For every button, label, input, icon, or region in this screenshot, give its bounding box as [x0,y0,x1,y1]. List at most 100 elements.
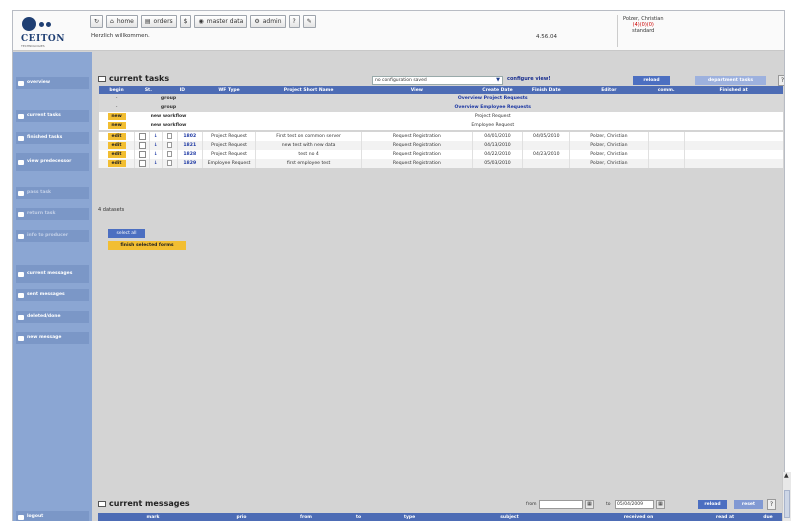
page-scrollbar[interactable]: ▲ [782,472,791,521]
sidebar-item-return-task[interactable]: return task [16,208,89,220]
edit-button[interactable]: edit [107,133,126,140]
sidebar-item-pass-task[interactable]: pass task [16,187,89,199]
column-header-create-date[interactable]: Create Date [472,86,523,94]
nav-button-edit[interactable]: ✎ [302,15,316,28]
task-id[interactable]: 1828 [176,150,203,159]
ceiton-logo[interactable]: CEITON TECHNOLOGIES [20,16,75,48]
nav-button-help[interactable]: ? [288,15,300,28]
sidebar-item-sent-messages[interactable]: sent messages [16,289,89,301]
table-row[interactable]: edit ↓ 1828 Project Request test no 4 Request… [97,150,783,159]
sidebar-item-info-to-producer[interactable]: info to producer [16,230,89,242]
sidebar-item-finished-tasks[interactable]: finished tasks [16,132,89,144]
finished-at [683,159,783,168]
create-date: 05/03/2010 [471,159,523,168]
logo-dot-small [46,22,51,27]
configure-view-link[interactable]: configure view! [507,76,551,82]
messages-reload-button[interactable]: reload [698,500,727,509]
nav-button-refresh[interactable]: ↻ [90,15,104,28]
new-workflow-button[interactable]: new [107,113,126,120]
to-date-input[interactable]: 05/04/2009 [615,500,654,509]
row-checkbox[interactable] [138,160,146,167]
column-header-begin[interactable]: begin [98,86,135,94]
folder-icon [18,292,24,298]
column-header-finish-date[interactable]: Finish Date [522,86,570,94]
status-arrow[interactable]: ↓ [148,150,163,159]
status-arrow[interactable]: ↓ [148,159,163,168]
create-date: 04/01/2010 [471,132,523,141]
scroll-up-icon[interactable]: ▲ [784,472,789,479]
sidebar-item-current-messages[interactable]: current messages [16,265,89,283]
flag-checkbox[interactable] [167,142,173,149]
column-header-comm-[interactable]: comm. [648,86,685,94]
sidebar-item-logout[interactable]: logout [16,511,89,521]
column-header-editor[interactable]: Editor [569,86,649,94]
group-overview-link[interactable]: Overview Project Requests [202,94,783,103]
edit-icon: ✎ [306,18,312,25]
column-header-finished-at[interactable]: Finished at [684,86,783,94]
column-header-due[interactable]: due [753,513,783,521]
scroll-thumb[interactable] [784,490,790,518]
column-header-mark[interactable]: mark [98,513,208,521]
table-row[interactable]: edit ↓ 1802 Project Request First test on co… [97,132,783,141]
sidebar-item-deleted-done[interactable]: deleted/done [16,311,89,323]
calendar-icon[interactable]: ▦ [656,500,665,509]
sidebar-item-label: view predecessor [27,158,72,164]
flag-checkbox[interactable] [167,151,173,158]
table-row[interactable]: edit ↓ 1821 Project Request new test with ne… [97,141,783,150]
task-id[interactable]: 1821 [176,141,203,150]
column-header-st-[interactable]: St. [134,86,163,94]
column-header-view[interactable]: View [361,86,473,94]
help-button[interactable]: ? [778,75,784,86]
nav-button-orders[interactable]: ▤ orders [140,15,177,28]
edit-button[interactable]: edit [107,160,126,167]
finish-date: 04/05/2010 [522,132,570,141]
messages-help-button[interactable]: ? [767,499,776,510]
select-cell [134,141,150,150]
group-overview-link[interactable]: Overview Employee Requests [202,103,783,112]
reload-button[interactable]: reload [633,76,670,85]
sidebar-item-overview[interactable]: overview [16,77,89,89]
select-all-button[interactable]: select all [108,229,145,238]
logo-subtext: TECHNOLOGIES [21,44,45,48]
chevron-down-icon[interactable]: ▼ [494,77,502,84]
version-text: 4.56.04 [536,34,557,40]
department-tasks-button[interactable]: department tasks [695,76,766,85]
nav-button-admin[interactable]: ⚙ admin [250,15,286,28]
column-header-wf-type[interactable]: WF Type [202,86,256,94]
column-header-from[interactable]: from [275,513,337,521]
column-header-to[interactable]: to [337,513,380,521]
row-checkbox[interactable] [138,142,146,149]
nav-button-dollar[interactable]: $ [179,15,192,28]
task-id[interactable]: 1802 [176,132,203,141]
row-checkbox[interactable] [138,151,146,158]
flag-checkbox[interactable] [167,133,173,140]
column-header-project-short-name[interactable]: Project Short Name [255,86,362,94]
edit-button[interactable]: edit [107,142,126,149]
flag-checkbox[interactable] [167,160,173,167]
admin-icon: ⚙ [254,18,260,25]
sidebar-item-new-message[interactable]: new message [16,332,89,344]
from-date-input[interactable] [539,500,583,509]
column-header-type[interactable]: type [380,513,439,521]
sidebar-item-current-tasks[interactable]: current tasks [16,110,89,122]
column-header-subject[interactable]: subject [439,513,580,521]
calendar-icon[interactable]: ▦ [585,500,594,509]
column-header-read-at[interactable]: read at [697,513,753,521]
finish-selected-forms-button[interactable]: finish selected forms [108,241,186,250]
sidebar-item-view-predecessor[interactable]: view predecessor [16,153,89,171]
status-arrow[interactable]: ↓ [148,132,163,141]
nav-button-home[interactable]: ⌂ home [106,15,138,28]
configuration-select[interactable]: no configuration saved ▼ [372,76,503,85]
column-header-received-on[interactable]: received on [580,513,697,521]
table-row[interactable]: edit ↓ 1829 Employee Request first employee … [97,159,783,168]
new-workflow-button[interactable]: new [107,122,126,129]
nav-button-master-data[interactable]: ◉ master data [194,15,248,28]
status-arrow[interactable]: ↓ [148,141,163,150]
task-id[interactable]: 1829 [176,159,203,168]
messages-reset-button[interactable]: reset [734,500,763,509]
row-checkbox[interactable] [138,133,146,140]
column-header-prio[interactable]: prio [208,513,275,521]
column-header-id[interactable]: ID [162,86,203,94]
edit-button[interactable]: edit [107,151,126,158]
dollar-icon: $ [183,18,188,25]
